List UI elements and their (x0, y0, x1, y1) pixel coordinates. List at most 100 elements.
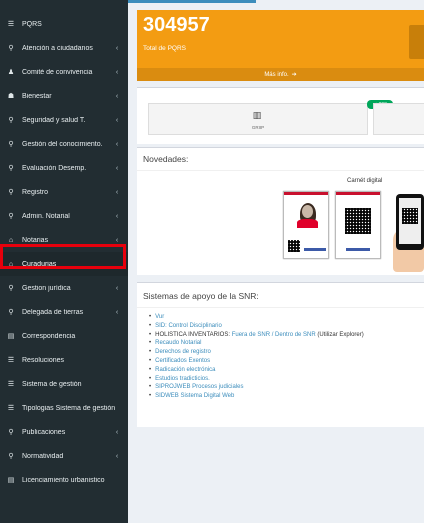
sidebar-item-resoluciones[interactable]: ☰ Resoluciones (0, 348, 128, 372)
sidebar-item-label: Evaluación Desemp. (22, 164, 87, 172)
sidebar-item-label: Resoluciones (22, 356, 65, 364)
list-item[interactable]: Certificados Exentos (149, 357, 364, 366)
chevron-left-icon: ‹ (115, 164, 119, 172)
portrait-face (302, 205, 313, 218)
sidebar-item-bienestar[interactable]: ☗ Bienestar ‹ (0, 84, 128, 108)
list-item[interactable]: Radicación electrónica (149, 366, 364, 375)
share-icon: ⚲ (8, 285, 14, 292)
list-item[interactable]: SIPROJWEB Procesos judiciales (149, 383, 364, 392)
item-suffix: (Utilizar Explorer) (315, 331, 364, 338)
curadurias-highlight-box (0, 244, 126, 269)
sidebar-item-label: Seguridad y salud T. (22, 116, 86, 124)
sidebar-item-label: Sistema de gestión (22, 380, 82, 388)
chevron-left-icon: ‹ (115, 92, 119, 100)
list-item[interactable]: SID: Control Disciplinario (149, 322, 364, 331)
sidebar-item-label: Notarias (22, 236, 49, 244)
pqrs-total-value: 304957 (143, 14, 210, 36)
user-icon: ♟ (7, 69, 15, 76)
list-icon: ☰ (7, 381, 15, 388)
bank-icon: ⌂ (8, 236, 14, 244)
chevron-left-icon: ‹ (115, 116, 119, 124)
more-info-link[interactable]: Más info. ➔ (137, 68, 424, 81)
portrait-shirt (297, 219, 318, 228)
sidebar-item-label: PQRS (22, 20, 42, 28)
list-item[interactable]: Recaudo Notarial (149, 339, 364, 348)
share-icon: ⚲ (8, 429, 14, 436)
share-icon: ⚲ (8, 165, 14, 172)
holistica-link[interactable]: Fuera de SNR / Dentro de SNR (232, 332, 316, 338)
list-item[interactable]: SIDWEB Sistema Digital Web (149, 392, 364, 401)
sidebar-item-delegada-de-tierras[interactable]: ⚲ Delegada de tierras ‹ (0, 300, 128, 324)
top-strip (128, 0, 424, 6)
chevron-left-icon: ‹ (115, 284, 119, 292)
share-icon: ⚲ (8, 45, 14, 52)
sidebar-item-tipologias-sistema-de-gestión[interactable]: ☰ Tipologias Sistema de gestión (0, 396, 128, 420)
sidebar-item-publicaciones[interactable]: ⚲ Publicaciones ‹ (0, 420, 128, 444)
list-icon: ☰ (7, 405, 15, 412)
sidebar-item-correspondencia[interactable]: ▤ Correspondencia (0, 324, 128, 348)
share-icon: ⚲ (8, 189, 14, 196)
sidebar-item-gestion-jurídica[interactable]: ⚲ Gestion jurídica ‹ (0, 276, 128, 300)
share-icon: ⚲ (8, 117, 14, 124)
sidebar-item-label: Delegada de tierras (22, 308, 84, 316)
novedades-panel: Novedades: Carnét digital (137, 147, 424, 275)
sidebar-item-label: Comité de convivencia (22, 68, 93, 76)
sidebar-item-atención-a-ciudadanos[interactable]: ⚲ Atención a ciudadanos ‹ (0, 36, 128, 60)
pqrs-total-label: Total de PQRS (143, 45, 186, 52)
qr-code-icon (402, 208, 418, 224)
sidebar-item-admin-notarial[interactable]: ⚲ Admin. Notarial ‹ (0, 204, 128, 228)
share-icon: ⚲ (8, 453, 14, 460)
shortcut-card-2[interactable] (373, 103, 424, 135)
share-icon: ⚲ (8, 309, 14, 316)
chevron-left-icon: ‹ (115, 188, 119, 196)
card-stripe (284, 192, 328, 195)
sidebar-item-label: Registro (22, 188, 49, 196)
list-icon: ☰ (7, 357, 15, 364)
users-icon: ☗ (7, 93, 15, 100)
shortcut-panel: ▥ GRIIP ✔ 393 (137, 87, 424, 144)
qr-code-icon (345, 208, 371, 234)
id-card-back-image[interactable] (335, 191, 381, 259)
sidebar-item-evaluación-desemp[interactable]: ⚲ Evaluación Desemp. ‹ (0, 156, 128, 180)
sidebar-item-label: Correspondencia (22, 332, 76, 340)
chevron-left-icon: ‹ (115, 68, 119, 76)
list-icon: ☰ (7, 21, 15, 28)
griip-card[interactable]: ▥ GRIIP (148, 103, 368, 135)
chevron-left-icon: ‹ (115, 140, 119, 148)
chevron-left-icon: ‹ (115, 452, 119, 460)
novedades-title: Novedades: (143, 154, 189, 164)
list-item[interactable]: Estudios tradicticios. (149, 375, 364, 384)
share-icon: ⚲ (8, 213, 14, 220)
chevron-left-icon: ‹ (115, 44, 119, 52)
sidebar-item-label: Gestión del conocimiento. (22, 140, 103, 148)
chevron-left-icon: ‹ (115, 428, 119, 436)
sidebar-item-licenciamiento-urbanistico[interactable]: ▤ Licenciamiento urbanistico (0, 468, 128, 492)
sidebar-item-normatividad[interactable]: ⚲ Normatividad ‹ (0, 444, 128, 468)
phone-image[interactable] (396, 194, 424, 250)
sidebar-item-label: Gestion jurídica (22, 284, 71, 292)
sidebar-item-label: Atención a ciudadanos (22, 44, 93, 52)
card-bar (304, 248, 326, 251)
sidebar-item-label: Admin. Notarial (22, 212, 70, 220)
griip-card-label: GRIIP (251, 125, 265, 130)
card-bar (346, 248, 370, 251)
divider (137, 307, 424, 308)
chevron-left-icon: ‹ (115, 308, 119, 316)
list-item[interactable]: Derechos de registro (149, 348, 364, 357)
card-stripe (336, 192, 380, 195)
sidebar-item-label: Tipologias Sistema de gestión (22, 404, 116, 412)
id-card-front-image[interactable] (283, 191, 329, 259)
file-icon: ▤ (7, 333, 15, 340)
sidebar-item-label: Licenciamiento urbanistico (22, 476, 105, 484)
sidebar-item-comité-de-convivencia[interactable]: ♟ Comité de convivencia ‹ (0, 60, 128, 84)
sidebar-item-sistema-de-gestión[interactable]: ☰ Sistema de gestión (0, 372, 128, 396)
sidebar-item-label: Normatividad (22, 452, 64, 460)
sidebar-item-label: Publicaciones (22, 428, 66, 436)
sistemas-panel: Sistemas de apoyo de la SNR: VurSID: Con… (137, 282, 424, 427)
sidebar-item-seguridad-y-salud-t[interactable]: ⚲ Seguridad y salud T. ‹ (0, 108, 128, 132)
sidebar-item-gestión-del-conocimiento[interactable]: ⚲ Gestión del conocimiento. ‹ (0, 132, 128, 156)
sidebar-item-pqrs[interactable]: ☰ PQRS (0, 12, 128, 36)
sidebar-item-label: Bienestar (22, 92, 52, 100)
list-item[interactable]: Vur (149, 313, 364, 322)
sidebar-item-registro[interactable]: ⚲ Registro ‹ (0, 180, 128, 204)
